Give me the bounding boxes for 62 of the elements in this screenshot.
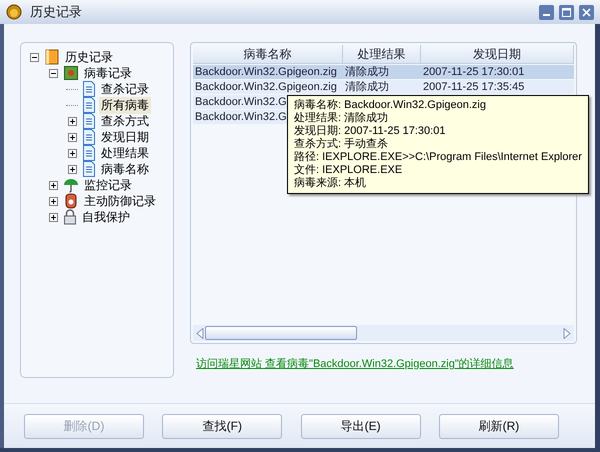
tree-item[interactable]: 病毒记录 [82,64,134,82]
document-icon [82,161,96,177]
expander-icon[interactable] [30,52,38,62]
column-header[interactable]: 处理结果 [343,45,421,63]
tree-item[interactable]: 查杀方式 [99,112,151,130]
maximize-icon[interactable] [559,4,574,20]
tree-item[interactable]: 监控记录 [82,176,134,194]
tooltip-line: 文件: IEXPLORE.EXE [294,164,404,177]
table-cell-text: 2007-11-25 17:30:01 [422,65,526,79]
table-cell-text: 2007-11-25 17:35:45 [422,80,526,94]
document-icon [82,145,96,161]
tree-item[interactable]: 病毒名称 [99,160,151,178]
action-button[interactable]: 刷新(R) [438,414,559,438]
tree-item[interactable]: 处理结果 [99,144,151,162]
expander-icon[interactable] [48,180,58,190]
tree-item[interactable]: 主动防御记录 [82,192,158,210]
table-cell-text: 清除成功 [344,80,390,94]
close-icon[interactable] [579,4,594,20]
scrollbar-thumb[interactable] [205,326,357,340]
action-button[interactable]: 导出(E) [300,414,421,438]
horizontal-scrollbar[interactable] [193,325,574,341]
document-icon [82,97,96,113]
tree-item[interactable]: 发现日期 [99,128,151,146]
virus-info-link[interactable]: 访问瑞星网站 查看病毒"Backdoor.Win32.Gpigeon.zig"的详细信息 [196,356,514,371]
document-icon [82,113,96,129]
minimize-icon[interactable] [539,4,554,20]
table-cell-text: Backdoor.Win32.Gpigeon.zig [194,80,338,94]
right-arrow-icon[interactable] [563,328,571,338]
table-row[interactable]: Backdoor.Win32.Gpigeon.zig 清除成功 2007-11-25 17:30:01 [193,65,574,79]
action-button[interactable]: 查找(F) [162,414,282,438]
expander-icon[interactable] [48,212,58,222]
umbrella-icon [63,177,79,193]
tree-item[interactable]: 历史记录 [63,48,115,66]
expander-icon[interactable] [68,116,76,126]
expander-icon[interactable] [68,132,76,142]
lock-icon [63,209,77,225]
tooltip-line: 病毒来源: 本机 [294,177,368,190]
tooltip-line: 病毒名称: Backdoor.Win32.Gpigeon.zig [294,99,487,112]
document-icon [82,81,96,97]
expander-icon[interactable] [48,68,58,78]
table-cell-text: Backdoor.Win32.G [194,95,287,109]
table-cell-text: 清除成功 [344,65,390,79]
expander-icon[interactable] [68,148,76,158]
book-icon [44,49,60,65]
table-row[interactable]: Backdoor.Win32.Gpigeon.zig 清除成功 2007-11-25 17:35:45 [193,80,574,94]
tooltip-line: 查杀方式: 手动查杀 [294,138,390,151]
tooltip-line: 发现日期: 2007-11-25 17:30:01 [294,125,446,138]
column-header[interactable]: 发现日期 [421,45,574,63]
tree-item[interactable]: 所有病毒 [99,96,151,114]
table-cell-text: Backdoor.Win32.G [194,110,287,124]
column-header[interactable]: 病毒名称 [193,45,343,63]
tree-item[interactable]: 查杀记录 [99,80,151,98]
expander-icon[interactable] [68,164,76,174]
document-icon [82,129,96,145]
window-title: 历史记录 [30,3,83,21]
tooltip-line: 处理结果: 清除成功 [294,112,390,125]
table-cell-text: Backdoor.Win32.Gpigeon.zig [194,65,338,79]
left-arrow-icon[interactable] [196,328,204,338]
expander-icon[interactable] [48,196,58,206]
tree-item[interactable]: 自我保护 [80,208,132,226]
tooltip-line: 路径: IEXPLORE.EXE>>C:\Program Files\Internet Explorer [294,151,582,164]
bug-icon [63,65,79,81]
